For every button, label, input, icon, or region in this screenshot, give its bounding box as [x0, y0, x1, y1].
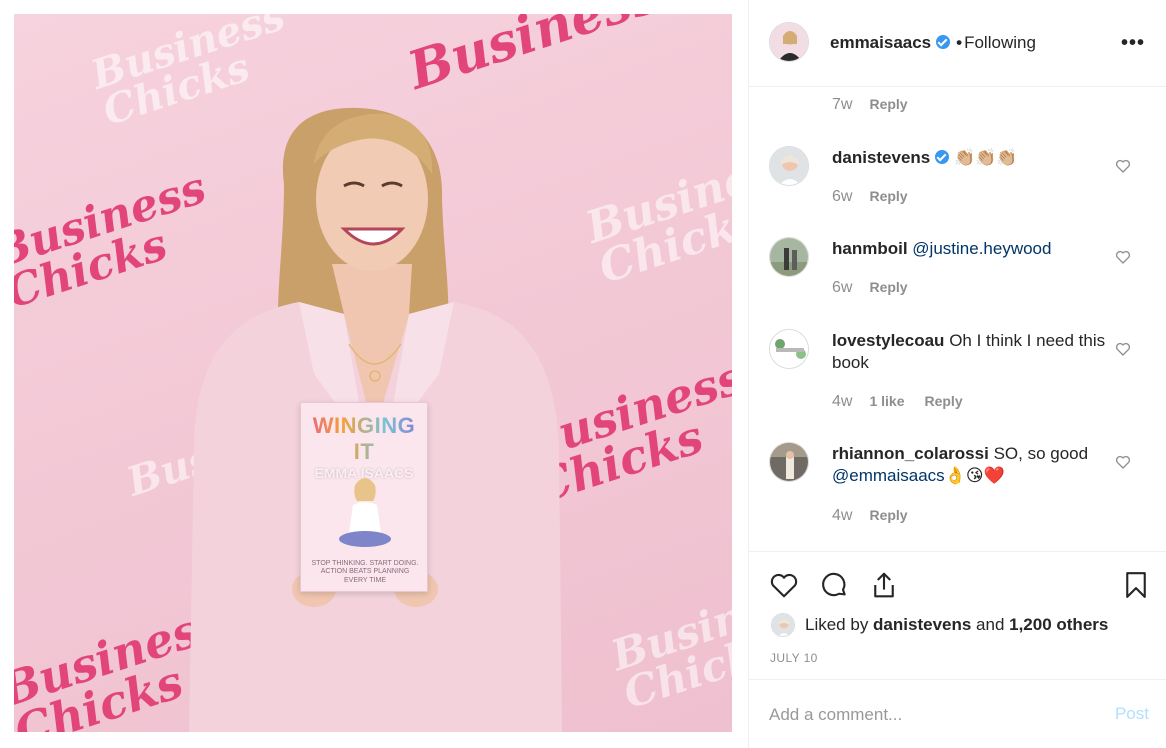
share-icon[interactable] — [869, 570, 899, 600]
comment-meta: 4w 1 like Reply — [832, 393, 963, 411]
comment-emoji: 👌😘❤️ — [944, 466, 1005, 486]
likes-prefix: Liked by — [805, 615, 874, 634]
post-sidebar: emmaisaacs • Following ••• 7w Reply daniste… — [748, 0, 1166, 748]
separator-dot: • — [956, 33, 963, 52]
comment-age: 6w — [832, 188, 853, 205]
reply-button[interactable]: Reply — [869, 507, 907, 523]
following-button[interactable]: Following — [964, 33, 1036, 52]
reply-button[interactable]: Reply — [869, 96, 907, 112]
heart-outline-icon[interactable] — [1115, 249, 1131, 265]
bookmark-icon[interactable] — [1121, 570, 1151, 600]
comment-text: danistevens 👏🏼👏🏼👏🏼 — [832, 147, 1112, 169]
comment-mention[interactable]: @justine.heywood — [912, 239, 1051, 258]
comment-input[interactable] — [769, 702, 1089, 728]
post-date[interactable]: JULY 10 — [770, 651, 818, 665]
heart-outline-icon[interactable] — [1115, 158, 1131, 174]
likes-others-link[interactable]: 1,200 others — [1009, 615, 1108, 634]
comment-meta: 7w Reply — [832, 96, 908, 114]
comment-text: lovestylecoau Oh I think I need this boo… — [832, 330, 1112, 374]
comment-meta: 6w Reply — [832, 279, 908, 297]
reply-button[interactable]: Reply — [869, 188, 907, 204]
heart-icon[interactable] — [769, 570, 799, 600]
person-figure — [189, 107, 562, 732]
liker-avatar — [771, 613, 795, 637]
heart-outline-icon[interactable] — [1115, 341, 1131, 357]
comment-like-count[interactable]: 1 like — [869, 393, 904, 409]
verified-badge-icon — [935, 150, 950, 164]
liker-username[interactable]: danistevens — [873, 615, 971, 634]
book-tagline: STOP THINKING. START DOING. ACTION BEATS… — [311, 559, 419, 584]
comment-age: 6w — [832, 279, 853, 296]
comment-meta: 6w Reply — [832, 188, 908, 206]
comment-body: SO, so good — [993, 444, 1089, 463]
comment-age: 7w — [832, 96, 853, 113]
comment-username[interactable]: danistevens — [832, 148, 930, 167]
post-comment-button[interactable]: Post — [1115, 704, 1149, 724]
reply-button[interactable]: Reply — [924, 393, 962, 409]
comment-username[interactable]: hanmboil — [832, 239, 908, 258]
verified-badge-icon — [936, 35, 951, 49]
book-cover-figure — [339, 478, 391, 547]
book-cover: WINGING IT EMMA ISAACS STOP THINKING. ST… — [300, 402, 428, 592]
comment-age: 4w — [832, 507, 853, 524]
add-comment-bar: Post — [749, 679, 1166, 748]
reply-button[interactable]: Reply — [869, 279, 907, 295]
comment-mention[interactable]: @emmaisaacs — [832, 466, 945, 485]
commenter-avatar[interactable] — [769, 146, 809, 186]
comment-username[interactable]: rhiannon_colarossi — [832, 444, 989, 463]
comments-list[interactable]: 7w Reply danistevens 👏🏼👏🏼👏🏼 6w Reply hanmb… — [749, 88, 1166, 551]
commenter-avatar[interactable] — [769, 329, 809, 369]
likes-text: Liked by danistevens and 1,200 others — [805, 615, 1108, 635]
comment-age: 4w — [832, 393, 853, 410]
comment-username[interactable]: lovestylecoau — [832, 331, 944, 350]
ellipsis-icon[interactable]: ••• — [1121, 32, 1145, 55]
comment-text: rhiannon_colarossi SO, so good @emmaisaa… — [832, 443, 1112, 487]
author-avatar[interactable] — [769, 22, 809, 62]
heart-outline-icon[interactable] — [1115, 454, 1131, 470]
comment-meta: 4w Reply — [832, 507, 908, 525]
post-photo[interactable]: Business Business Chicks Business Chicks B… — [14, 14, 732, 732]
commenter-avatar[interactable] — [769, 442, 809, 482]
comment-text: hanmboil @justine.heywood — [832, 238, 1112, 260]
likes-middle: and — [971, 615, 1010, 634]
comment-icon[interactable] — [819, 570, 849, 600]
commenter-avatar[interactable] — [769, 237, 809, 277]
comment-body: 👏🏼👏🏼👏🏼 — [954, 148, 1018, 168]
author-username[interactable]: emmaisaacs — [830, 33, 931, 52]
post-header: emmaisaacs • Following ••• — [749, 0, 1166, 87]
book-title: WINGING IT — [301, 413, 427, 465]
